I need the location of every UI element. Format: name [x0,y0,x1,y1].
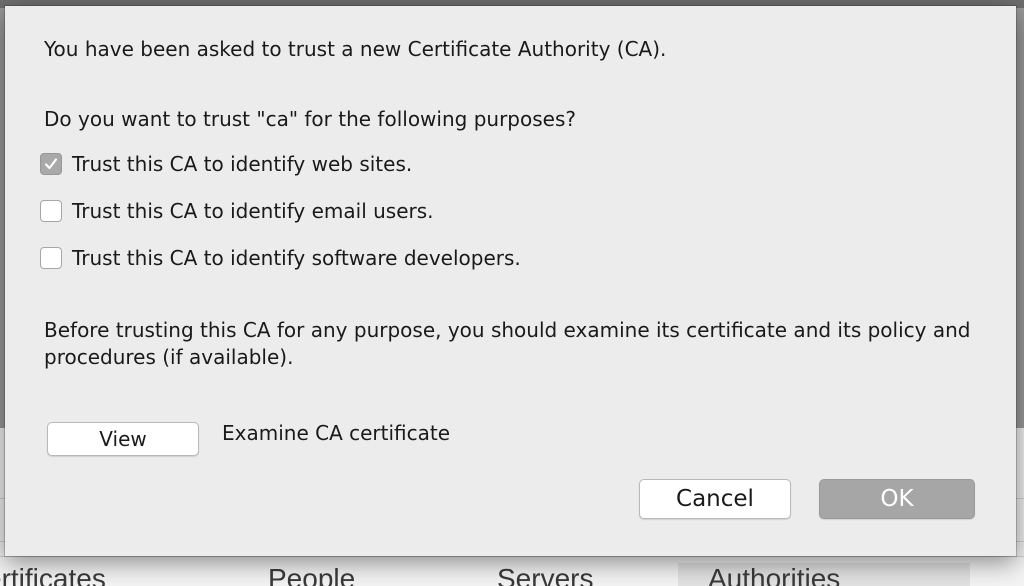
dialog-intro-text: You have been asked to trust a new Certi… [44,37,667,61]
option-label: Trust this CA to identify web sites. [72,151,413,176]
tab-people[interactable]: People [268,563,355,586]
ok-button[interactable]: OK [819,479,975,519]
tab-servers[interactable]: Servers [497,563,593,586]
dialog-question-text: Do you want to trust "ca" for the follow… [44,107,576,131]
checkbox-software-developers[interactable] [40,247,62,269]
tab-certificates[interactable]: ertificates [0,563,106,586]
option-label: Trust this CA to identify software devel… [72,245,521,270]
trust-ca-dialog: You have been asked to trust a new Certi… [5,6,1016,556]
option-web-sites[interactable]: Trust this CA to identify web sites. [40,150,412,178]
checkbox-web-sites[interactable] [40,153,62,175]
view-certificate-button[interactable]: View [47,422,199,456]
cancel-button[interactable]: Cancel [639,479,791,519]
option-label: Trust this CA to identify email users. [72,198,434,223]
option-software-developers[interactable]: Trust this CA to identify software devel… [40,244,521,272]
option-email-users[interactable]: Trust this CA to identify email users. [40,197,434,225]
background-tab-bar: ertificates People Servers Authorities [0,556,1024,586]
checkbox-email-users[interactable] [40,200,62,222]
checkmark-icon [44,158,58,170]
view-caption: Examine CA certificate [222,421,451,445]
tab-authorities[interactable]: Authorities [678,563,970,586]
dialog-advice-text: Before trusting this CA for any purpose,… [44,318,971,369]
